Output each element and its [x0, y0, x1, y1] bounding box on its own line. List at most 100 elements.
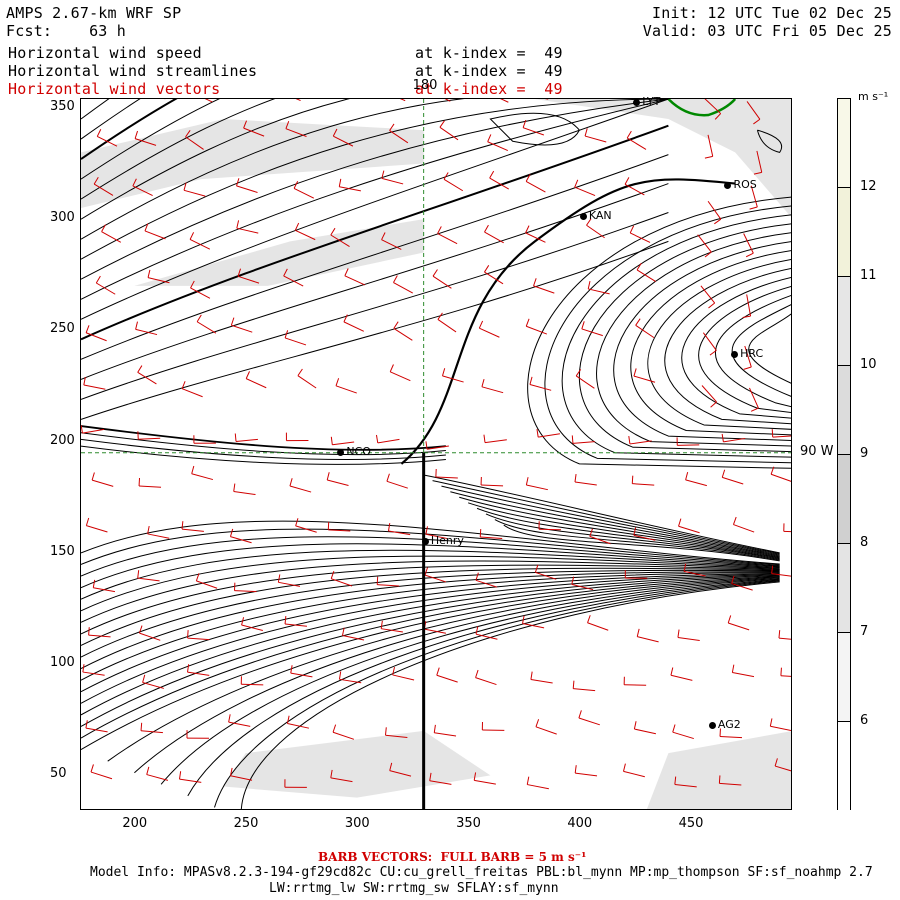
barb-shaft [138, 437, 161, 440]
barb-shaft [672, 731, 694, 740]
barb-flag [380, 620, 383, 629]
wind-barb [535, 719, 557, 735]
wind-barb [95, 275, 116, 295]
barb-flag [189, 232, 195, 240]
barb-flag [572, 680, 575, 689]
wind-barb [344, 268, 366, 286]
barb-flag [780, 667, 782, 676]
barb-flag [92, 579, 96, 588]
wind-barb [623, 676, 647, 686]
barb-flag [393, 275, 398, 283]
barb-flag [82, 664, 85, 673]
barb-flag [535, 719, 540, 727]
barb-flag [277, 574, 281, 583]
barb-shaft [578, 717, 600, 726]
barb-shaft [191, 473, 214, 481]
barb-shaft [181, 528, 204, 532]
field-1-name: Horizontal wind speed [8, 44, 202, 62]
y-tick-label: 150 [50, 543, 75, 559]
barb-shaft [236, 227, 259, 234]
barb-flag [622, 763, 626, 772]
barb-flag [297, 368, 303, 376]
wind-barb [778, 630, 791, 640]
barb-flag [91, 472, 95, 481]
barb-shaft [538, 528, 562, 531]
wind-barb [480, 477, 504, 487]
barb-flag [191, 465, 195, 474]
wind-barb [572, 680, 596, 692]
barb-shaft [82, 428, 105, 434]
barb-shaft [526, 325, 548, 335]
wind-barb [187, 630, 210, 641]
wind-barb [475, 626, 498, 640]
barb-flag [424, 567, 428, 576]
barb-flag [678, 518, 682, 527]
wind-barb [780, 667, 791, 677]
parallel-label: 90 W [800, 443, 834, 459]
barb-flag [332, 724, 337, 733]
model-info: Model Info: MPASv8.2.3-194-gf29cd82c CU:… [90, 865, 873, 880]
barb-shaft [295, 229, 316, 241]
barb-shaft [525, 180, 546, 193]
barb-flag [196, 314, 202, 323]
barb-flag [489, 170, 495, 179]
barb-flag [245, 371, 250, 379]
init-time: Init: 12 UTC Tue 02 Dec 25 [652, 4, 892, 22]
wind-barb [526, 776, 549, 790]
wind-barb [529, 376, 552, 391]
wind-barb [90, 764, 113, 780]
wind-barb [144, 223, 166, 240]
streamline [647, 259, 791, 430]
wind-barb [381, 170, 404, 185]
barb-flag [433, 724, 436, 733]
barb-shaft [479, 327, 500, 338]
barb-shaft [633, 375, 656, 383]
streamline [630, 250, 791, 436]
barb-flag [704, 155, 713, 159]
x-tick-label: 400 [567, 816, 593, 831]
barb-flag [574, 765, 577, 774]
wind-barb [481, 721, 505, 731]
barb-shaft [732, 672, 755, 678]
wind-barb [574, 765, 598, 777]
barb-shaft [297, 375, 317, 389]
wind-barb [685, 472, 707, 487]
streamline [81, 572, 780, 681]
barb-flag [575, 369, 582, 377]
barb-flag [230, 317, 235, 326]
wind-barb [436, 667, 458, 683]
wind-barb [732, 516, 755, 533]
station-dot [731, 350, 739, 358]
wind-barb [375, 434, 400, 444]
barb-flag [484, 224, 489, 233]
colorbar-segment [838, 99, 850, 188]
barb-flag [636, 628, 640, 637]
wind-barb [581, 321, 603, 337]
colorbar-segment [838, 277, 850, 366]
barb-flag [96, 129, 102, 137]
barb-shaft [637, 636, 659, 643]
barb-shaft [144, 230, 166, 240]
barb-flag [578, 710, 582, 719]
colorbar-tick-label: 6 [860, 713, 869, 728]
barb-flag [529, 376, 533, 385]
barb-flag [386, 473, 390, 482]
colorbar-tick-label: 7 [860, 624, 869, 639]
barb-shaft [701, 385, 717, 403]
colorbar-segment [838, 455, 850, 544]
barb-flag [137, 365, 143, 373]
barb-flag [631, 475, 634, 484]
wind-barb [633, 368, 656, 383]
colorbar-segment [838, 366, 850, 455]
wind-barb [475, 669, 497, 686]
wind-barb [700, 285, 716, 309]
wind-barb [83, 377, 106, 390]
barb-shaft [722, 476, 744, 485]
wind-barb [290, 665, 313, 678]
barb-shaft [629, 440, 652, 445]
barb-flag [90, 764, 94, 773]
barb-shaft [500, 99, 509, 103]
colorbar-tick-label: 8 [860, 535, 869, 550]
wind-barb [389, 364, 411, 382]
barb-shaft [685, 479, 707, 487]
